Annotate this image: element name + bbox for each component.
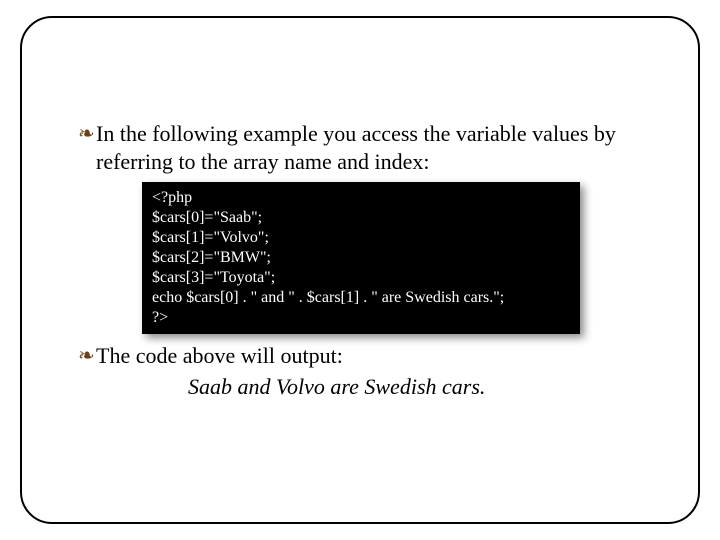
bullet-item-intro: ❧ In the following example you access th… — [78, 120, 642, 176]
code-line: $cars[3]="Toyota"; — [152, 269, 275, 286]
bullet-icon: ❧ — [78, 120, 96, 148]
outro-text: The code above will output: — [96, 342, 642, 370]
content-area: ❧ In the following example you access th… — [78, 120, 642, 402]
code-line: $cars[1]="Volvo"; — [152, 229, 269, 246]
code-line: ?> — [152, 309, 168, 326]
code-line: echo $cars[0] . " and " . $cars[1] . " a… — [152, 289, 504, 306]
output-text: Saab and Volvo are Swedish cars. — [188, 372, 642, 402]
bullet-item-outro: ❧ The code above will output: — [78, 342, 642, 370]
code-line: <?php — [152, 189, 192, 206]
intro-text: In the following example you access the … — [96, 120, 642, 176]
code-line: $cars[0]="Saab"; — [152, 209, 262, 226]
code-line: $cars[2]="BMW"; — [152, 249, 271, 266]
slide: ❧ In the following example you access th… — [0, 0, 720, 540]
bullet-icon: ❧ — [78, 342, 96, 370]
code-block: <?php $cars[0]="Saab"; $cars[1]="Volvo";… — [142, 182, 580, 334]
